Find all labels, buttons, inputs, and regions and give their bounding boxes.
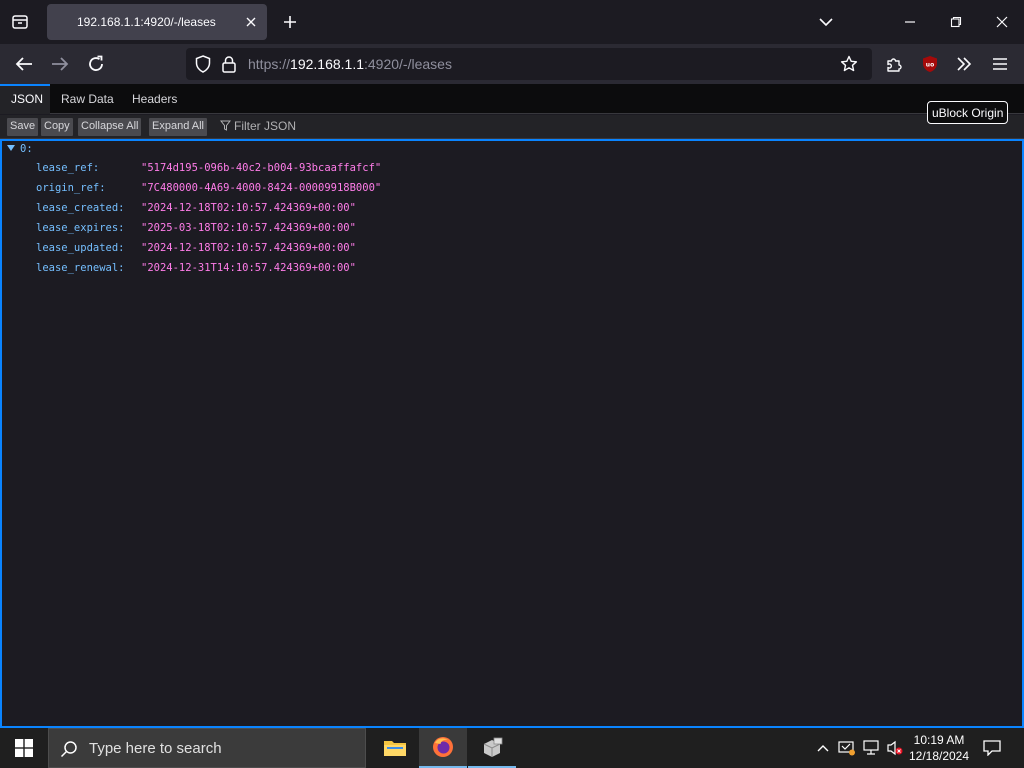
json-value: "7C480000-4A69-4000-8424-00009918B000" <box>141 182 382 194</box>
tab-headers[interactable]: Headers <box>132 84 177 114</box>
copy-button[interactable]: Copy <box>41 118 73 136</box>
back-arrow-icon[interactable] <box>10 50 38 78</box>
clock-time: 10:19 AM <box>913 733 965 747</box>
tray-app-icon[interactable] <box>836 736 858 760</box>
url-scheme: https:// <box>248 56 291 72</box>
filter-json-input[interactable]: Filter JSON <box>219 119 297 133</box>
notification-center-icon[interactable] <box>980 736 1004 760</box>
expand-triangle-icon[interactable] <box>7 145 15 151</box>
firefox-icon[interactable] <box>419 728 467 768</box>
json-row[interactable]: origin_ref: "7C480000-4A69-4000-8424-000… <box>2 182 1022 202</box>
restore-icon[interactable] <box>942 8 970 36</box>
tray-overflow-chevron-icon[interactable] <box>812 736 834 760</box>
url-host: 192.168.1.1 <box>290 56 364 72</box>
forward-arrow-icon[interactable] <box>46 50 74 78</box>
url-path: :4920/-/leases <box>364 56 452 72</box>
svg-text:uo: uo <box>926 62 934 69</box>
json-value: "2024-12-18T02:10:57.424369+00:00" <box>141 242 356 254</box>
json-value: "5174d195-096b-40c2-b004-93bcaaffafcf" <box>141 162 382 174</box>
tab-title: 192.168.1.1:4920/-/leases <box>77 15 216 29</box>
json-key: lease_renewal: <box>36 262 125 274</box>
json-key: lease_created: <box>36 202 125 214</box>
chevron-down-icon[interactable] <box>814 10 838 34</box>
minimize-icon[interactable] <box>896 8 924 36</box>
expand-all-button[interactable]: Expand All <box>149 118 207 136</box>
json-row[interactable]: lease_updated: "2024-12-18T02:10:57.4243… <box>2 242 1022 262</box>
lock-icon[interactable] <box>218 53 240 75</box>
url-text[interactable]: https://192.168.1.1:4920/-/leases <box>248 56 452 72</box>
tab-overview-icon[interactable] <box>6 8 34 36</box>
search-placeholder: Type here to search <box>89 740 222 757</box>
json-viewer-tabs: JSON Raw Data Headers <box>0 84 1024 114</box>
filter-funnel-icon <box>219 120 232 131</box>
navigation-bar: https://192.168.1.1:4920/-/leases uo <box>0 44 1024 84</box>
save-button[interactable]: Save <box>7 118 39 136</box>
json-tree-panel: 0: lease_ref: "5174d195-096b-40c2-b004-9… <box>0 139 1024 728</box>
json-value: "2024-12-18T02:10:57.424369+00:00" <box>141 202 356 214</box>
json-key: origin_ref: <box>36 182 106 194</box>
tab-raw-data[interactable]: Raw Data <box>61 84 114 114</box>
tab-bar: 192.168.1.1:4920/-/leases <box>0 0 1024 44</box>
windows-taskbar: Type here to search 10:19 AM 12/18/2024 <box>0 728 1024 768</box>
collapse-all-button[interactable]: Collapse All <box>78 118 142 136</box>
close-window-icon[interactable] <box>988 8 1016 36</box>
reload-icon[interactable] <box>82 50 110 78</box>
volume-muted-icon[interactable] <box>884 736 906 760</box>
json-row[interactable]: lease_renewal: "2024-12-31T14:10:57.4243… <box>2 262 1022 282</box>
json-key: lease_expires: <box>36 222 125 234</box>
json-key: lease_updated: <box>36 242 125 254</box>
url-bar[interactable]: https://192.168.1.1:4920/-/leases <box>186 48 872 80</box>
tab-json[interactable]: JSON <box>0 84 50 114</box>
tracking-shield-icon[interactable] <box>192 53 214 75</box>
network-icon[interactable] <box>860 736 882 760</box>
json-root-key: 0: <box>20 143 33 155</box>
ublock-origin-icon[interactable]: uo <box>916 50 944 78</box>
json-row[interactable]: lease_created: "2024-12-18T02:10:57.4243… <box>2 202 1022 222</box>
bookmark-star-icon[interactable] <box>838 53 860 75</box>
new-tab-icon[interactable] <box>278 10 302 34</box>
system-clock[interactable]: 10:19 AM 12/18/2024 <box>906 732 972 764</box>
json-row[interactable]: lease_expires: "2025-03-18T02:10:57.4243… <box>2 222 1022 242</box>
json-row[interactable]: lease_ref: "5174d195-096b-40c2-b004-93bc… <box>2 162 1022 182</box>
json-root-row[interactable]: 0: <box>2 141 1022 161</box>
ublock-tooltip: uBlock Origin <box>927 101 1009 124</box>
taskbar-search-box[interactable]: Type here to search <box>48 728 366 768</box>
app-window-icon[interactable] <box>468 728 516 768</box>
json-toolbar: Save Copy Collapse All Expand All Filter… <box>0 115 1024 139</box>
more-tools-chevrons-icon[interactable] <box>950 50 978 78</box>
hamburger-menu-icon[interactable] <box>986 50 1014 78</box>
extensions-puzzle-icon[interactable] <box>880 50 908 78</box>
filter-placeholder: Filter JSON <box>234 119 297 133</box>
clock-date: 12/18/2024 <box>908 749 970 763</box>
file-explorer-icon[interactable] <box>371 728 419 768</box>
json-value: "2025-03-18T02:10:57.424369+00:00" <box>141 222 356 234</box>
windows-start-icon[interactable] <box>0 728 48 768</box>
close-tab-icon[interactable] <box>241 12 261 32</box>
browser-tab[interactable]: 192.168.1.1:4920/-/leases <box>47 4 267 40</box>
json-key: lease_ref: <box>36 162 100 174</box>
json-value: "2024-12-31T14:10:57.424369+00:00" <box>141 262 356 274</box>
search-icon <box>57 737 81 761</box>
